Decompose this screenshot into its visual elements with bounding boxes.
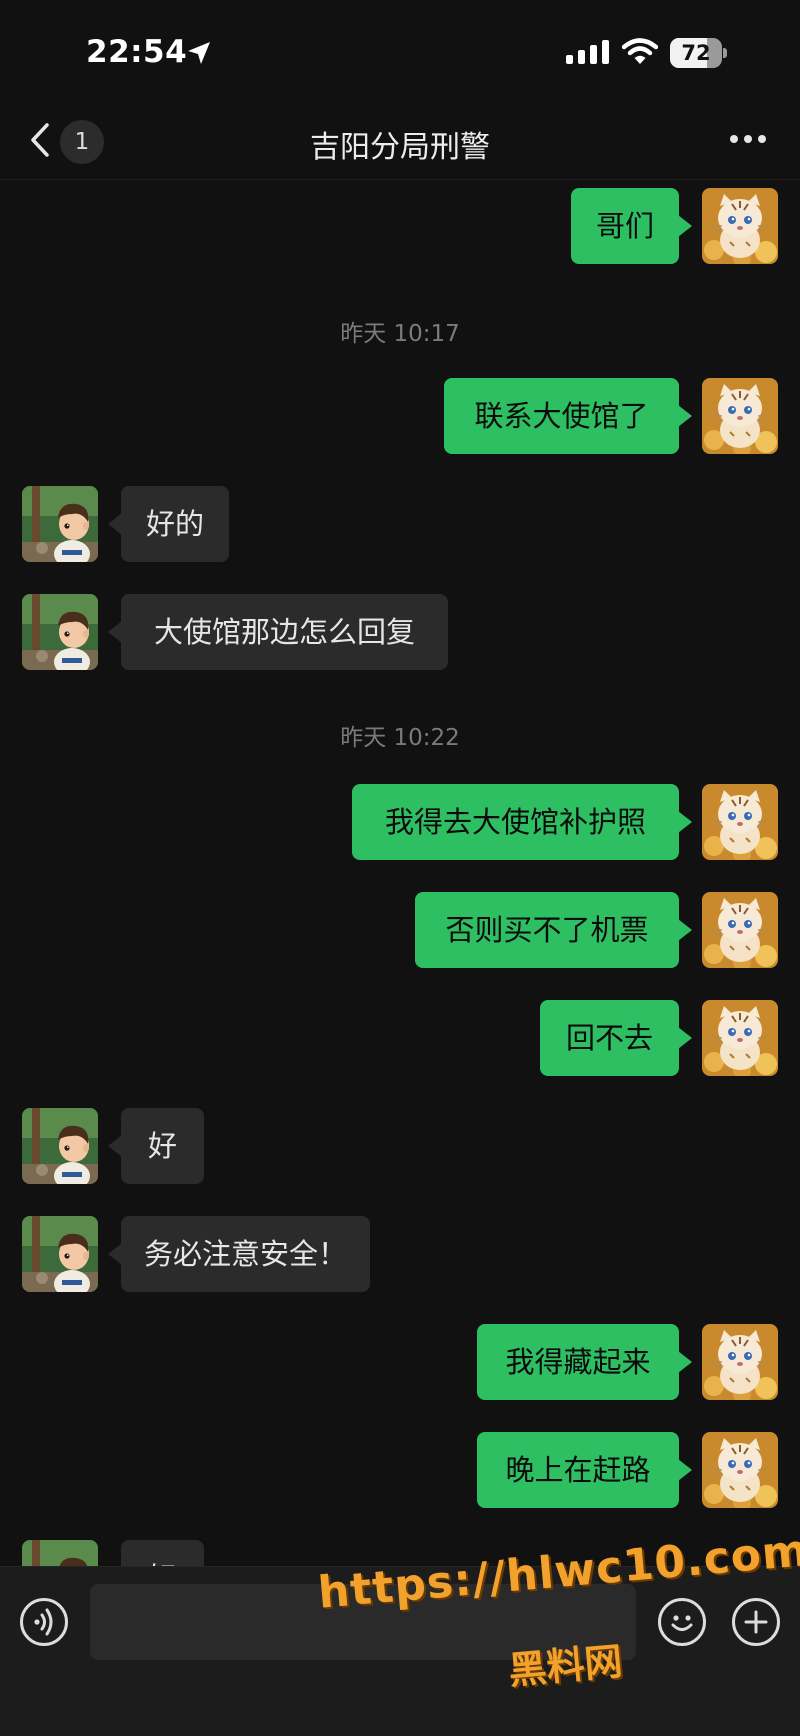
battery-icon: 72	[670, 38, 727, 68]
self-avatar[interactable]	[702, 784, 778, 860]
voice-input-button[interactable]	[20, 1598, 68, 1646]
timestamp: 昨天 10:17	[340, 321, 460, 347]
sent-message-bubble[interactable]: 我得去大使馆补护照	[352, 784, 692, 860]
wifi-icon	[622, 38, 658, 64]
sent-message-bubble[interactable]: 哥们	[571, 188, 692, 264]
contact-avatar[interactable]	[22, 1108, 98, 1184]
cellular-signal-icon	[566, 40, 609, 64]
received-message-bubble[interactable]: 好的	[108, 486, 229, 562]
status-bar: 22:54 72	[0, 0, 800, 100]
self-avatar[interactable]	[702, 1324, 778, 1400]
received-message-bubble[interactable]: 好	[108, 1108, 204, 1184]
sent-message-bubble[interactable]: 联系大使馆了	[444, 378, 692, 454]
voice-icon	[34, 1608, 53, 1636]
contact-avatar[interactable]	[22, 594, 98, 670]
self-avatar[interactable]	[702, 1000, 778, 1076]
sent-message-bubble[interactable]: 否则买不了机票	[415, 892, 692, 968]
emoji-button[interactable]	[658, 1598, 706, 1646]
received-message-bubble[interactable]: 大使馆那边怎么回复	[108, 594, 448, 670]
plus-icon	[744, 1610, 768, 1634]
contact-avatar[interactable]	[22, 486, 98, 562]
self-avatar[interactable]	[702, 1432, 778, 1508]
more-options-icon[interactable]	[728, 132, 768, 146]
timestamp: 昨天 10:22	[340, 725, 460, 751]
received-message-bubble[interactable]: 务必注意安全！	[108, 1216, 370, 1292]
sent-message-bubble[interactable]: 晚上在赶路	[477, 1432, 692, 1508]
self-avatar[interactable]	[702, 378, 778, 454]
sent-message-bubble[interactable]: 我得藏起来	[477, 1324, 692, 1400]
chat-title: 吉阳分局刑警	[310, 130, 490, 165]
sent-message-bubble[interactable]: 回不去	[540, 1000, 692, 1076]
status-time: 22:54	[86, 34, 188, 70]
emoji-icon	[671, 1615, 693, 1631]
contact-avatar[interactable]	[22, 1216, 98, 1292]
self-avatar[interactable]	[702, 188, 778, 264]
watermark-name: 黑料网	[506, 1639, 625, 1693]
location-arrow-icon	[188, 42, 210, 64]
self-avatar[interactable]	[702, 892, 778, 968]
more-functions-button[interactable]	[732, 1598, 780, 1646]
battery-percentage: 72	[681, 41, 711, 65]
